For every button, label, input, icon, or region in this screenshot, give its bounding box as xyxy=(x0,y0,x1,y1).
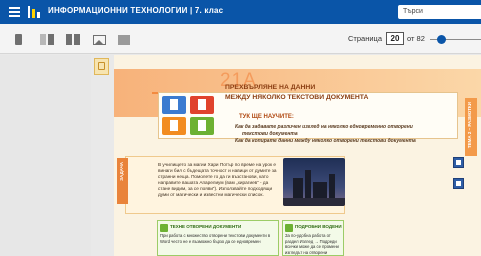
logo-icon xyxy=(28,6,42,18)
intro-text: В училището за магии Хари Потър по време… xyxy=(158,162,277,197)
learn-heading: ТУК ЩЕ НАУЧИТЕ: xyxy=(239,114,294,120)
bookmark-icon[interactable] xyxy=(94,58,109,75)
scissors-tile-icon xyxy=(162,117,186,135)
note-button[interactable] xyxy=(453,157,464,168)
learn-item: Как да копирате данни между няколко отво… xyxy=(235,138,416,144)
page-title-line1: ПРЕХВЪРЛЯНЕ НА ДАННИ xyxy=(225,84,316,91)
search-input[interactable]: Търси xyxy=(398,5,481,19)
fullscreen-icon[interactable] xyxy=(118,34,130,45)
two-page-alt-icon[interactable] xyxy=(66,34,80,45)
menu-icon[interactable] xyxy=(9,7,20,17)
note-button[interactable] xyxy=(453,178,464,189)
learn-item: текстови документа xyxy=(242,131,298,137)
page-number-input[interactable]: 20 xyxy=(386,32,404,45)
chapter-side-tab: ТЕМА 2 – РАЗМОТКИ xyxy=(465,98,477,156)
image-icon[interactable] xyxy=(93,34,106,45)
title-bar: ИНФОРМАЦИОННИ ТЕХНОЛОГИИ | 7. клас Търси xyxy=(0,0,481,24)
info-box-title: ПОДРОБНИ ВОДЕНИ xyxy=(295,224,342,229)
page-title-line2: МЕЖДУ НЯКОЛКО ТЕКСТОВИ ДОКУМЕНТА xyxy=(225,94,369,101)
page-label: Страница xyxy=(348,34,382,43)
paste-tile-icon xyxy=(190,117,214,135)
info-box-title: ТЕХНЕ ОТВОРЕНИ ДОКУМЕНТИ xyxy=(170,224,242,229)
page-total: от 82 xyxy=(407,34,425,43)
page-gutter xyxy=(0,55,91,256)
viewer-toolbar: Страница 20 от 82 xyxy=(0,24,481,54)
app-tiles xyxy=(162,96,220,136)
single-page-icon[interactable] xyxy=(15,34,22,45)
info-box-text: За по-удобна работа от раздел Изглед → П… xyxy=(285,233,339,255)
powerpoint-tile-icon xyxy=(190,96,214,114)
app-title: ИНФОРМАЦИОННИ ТЕХНОЛОГИИ | 7. клас xyxy=(48,6,224,15)
info-box-icon xyxy=(160,224,168,232)
two-page-icon[interactable] xyxy=(40,34,54,45)
info-box-text: При работа с множество отворени текстови… xyxy=(160,233,271,244)
learn-item: Как да задавате различен изглед на някол… xyxy=(235,124,413,130)
task-side-tab: ЗАДАЧА xyxy=(117,158,128,204)
word-tile-icon xyxy=(162,96,186,114)
zoom-slider-knob[interactable] xyxy=(437,35,446,44)
info-box-icon xyxy=(285,224,293,232)
castle-image xyxy=(283,158,345,206)
